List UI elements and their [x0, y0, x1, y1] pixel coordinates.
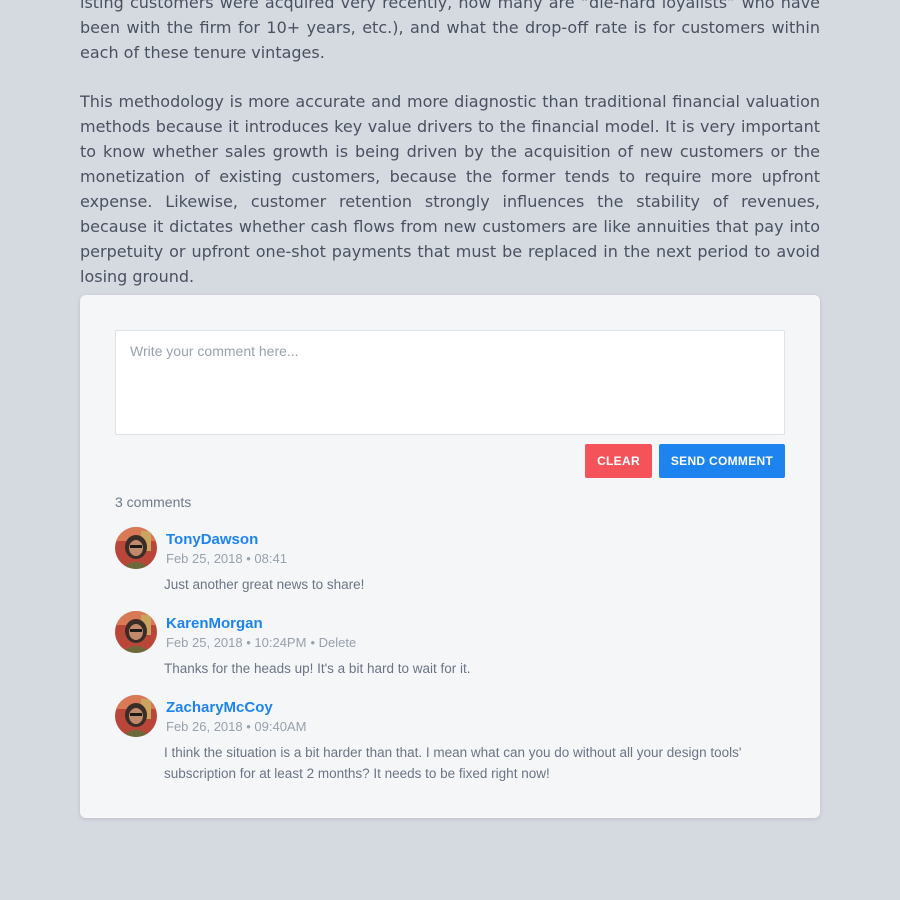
article-paragraph: This methodology is more accurate and mo…	[80, 92, 820, 286]
avatar[interactable]	[115, 695, 157, 737]
comment-author-link[interactable]: ZacharyMcCoy	[166, 699, 273, 716]
comments-count: 3 comments	[115, 494, 192, 510]
article-paragraph: isting customers were acquired very rece…	[80, 0, 820, 62]
comment-text: I think the situation is a bit harder th…	[164, 745, 742, 781]
comment-date: Feb 25, 2018 • 08:41	[166, 551, 287, 566]
send-comment-button[interactable]: SEND COMMENT	[659, 444, 785, 478]
avatar[interactable]	[115, 527, 157, 569]
comment-timestamp: Feb 25, 2018 • 08:41	[166, 551, 287, 566]
comment-author-link[interactable]: TonyDawson	[166, 531, 258, 548]
clear-button[interactable]: CLEAR	[585, 444, 652, 478]
comments-card: CLEAR SEND COMMENT 3 comments TonyDawson…	[80, 295, 820, 818]
comment-author-link[interactable]: KarenMorgan	[166, 615, 263, 632]
comment-date: Feb 25, 2018 • 10:24PM • Delete	[166, 635, 356, 650]
comment-timestamp: Feb 25, 2018 • 10:24PM	[166, 635, 307, 650]
comment-date: Feb 26, 2018 • 09:40AM	[166, 719, 306, 734]
comment-input[interactable]	[115, 330, 785, 435]
avatar[interactable]	[115, 611, 157, 653]
comment-text: Just another great news to share!	[164, 577, 365, 592]
delete-comment-link[interactable]: • Delete	[310, 635, 356, 650]
article-text: isting customers were acquired very rece…	[80, 0, 820, 313]
comment-timestamp: Feb 26, 2018 • 09:40AM	[166, 719, 307, 734]
comment-text: Thanks for the heads up! It's a bit hard…	[164, 661, 471, 676]
